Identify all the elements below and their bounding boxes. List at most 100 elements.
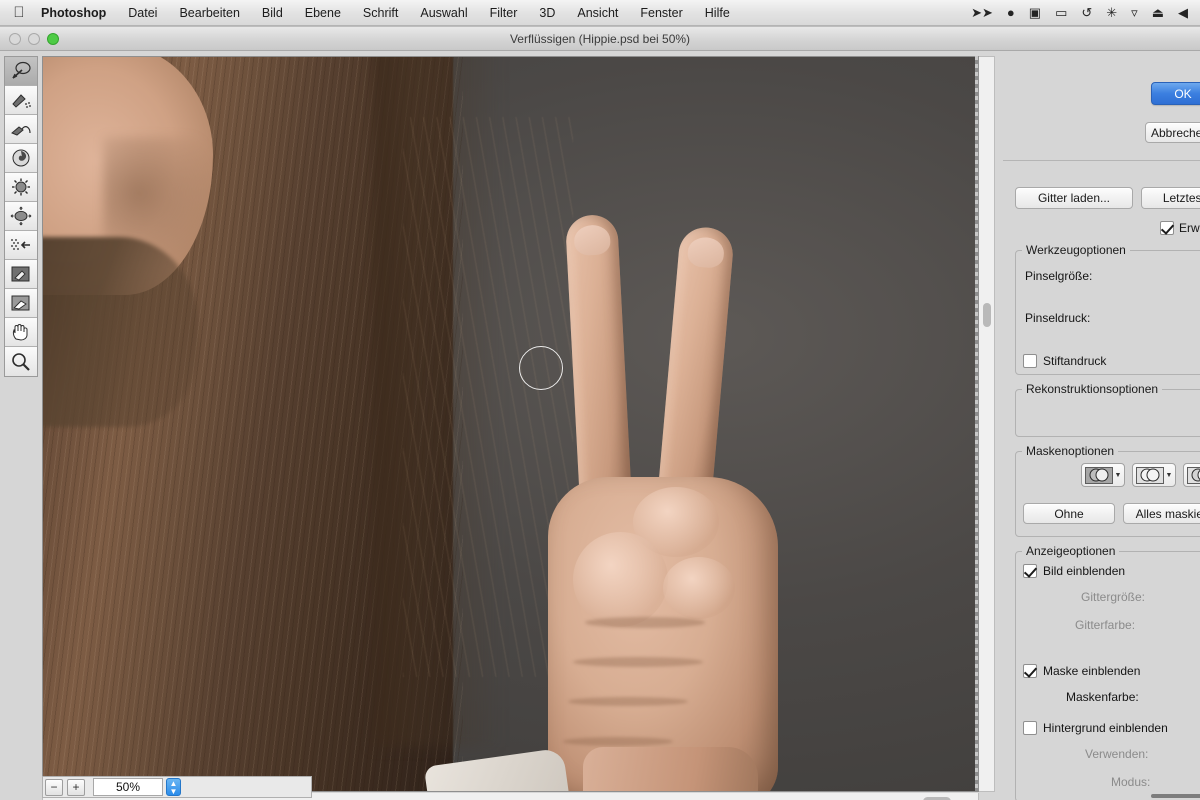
apple-logo-icon[interactable]:  xyxy=(8,5,30,20)
photo-fingernail xyxy=(573,224,611,257)
menu-item-schrift[interactable]: Schrift xyxy=(352,3,409,23)
menu-item-auswahl[interactable]: Auswahl xyxy=(409,3,478,23)
menu-item-bearbeiten[interactable]: Bearbeiten xyxy=(168,3,250,23)
menu-item-fenster[interactable]: Fenster xyxy=(629,3,693,23)
show-mask-checkbox[interactable] xyxy=(1023,664,1037,678)
menu-item-3d[interactable]: 3D xyxy=(528,3,566,23)
liquify-toolbar xyxy=(4,56,38,377)
backdrop-opacity-slider[interactable] xyxy=(1151,794,1200,798)
advanced-mode-label: Erweiterten Modus einblenden xyxy=(1179,221,1200,235)
show-backdrop-label: Hintergrund einblenden xyxy=(1043,721,1168,735)
reconstruct-options-legend: Rekonstruktionsoptionen xyxy=(1026,382,1159,396)
show-mask-label: Maske einblenden xyxy=(1043,664,1141,678)
show-backdrop-checkbox[interactable] xyxy=(1023,721,1037,735)
stylus-pressure-label: Stiftandruck xyxy=(1043,354,1107,368)
zoom-tool[interactable] xyxy=(5,347,37,376)
load-mesh-button[interactable]: Gitter laden... xyxy=(1015,187,1133,209)
freeze-mask-tool[interactable] xyxy=(5,260,37,289)
view-options-legend: Anzeigeoptionen xyxy=(1026,544,1116,558)
menubar-status-icons: ➤➤ ● ▣ ▭ ↺ ✳ ▿ ⏏ ◀ xyxy=(971,6,1192,19)
show-image-row[interactable]: Bild einblenden xyxy=(1023,564,1125,578)
mask-all-button[interactable]: Alles maskieren xyxy=(1123,503,1200,524)
preview-photo xyxy=(43,57,978,791)
mask-none-button[interactable]: Ohne xyxy=(1023,503,1115,524)
menu-item-ansicht[interactable]: Ansicht xyxy=(566,3,629,23)
menu-item-hilfe[interactable]: Hilfe xyxy=(694,3,741,23)
vertical-scroll-thumb[interactable] xyxy=(983,303,991,327)
bell-icon[interactable]: ● xyxy=(1007,6,1015,19)
time-machine-icon[interactable]: ↺ xyxy=(1081,6,1092,19)
pucker-tool[interactable] xyxy=(5,173,37,202)
mask-mode-subtract-button[interactable]: ▼ xyxy=(1183,463,1200,487)
zoom-out-button[interactable]: − xyxy=(45,778,63,796)
photoshop-liquify-screen:  Photoshop Datei Bearbeiten Bild Ebene … xyxy=(0,0,1200,800)
photo-knuckle xyxy=(573,532,668,627)
venn-circles-icon xyxy=(1084,466,1113,484)
zoom-stepper[interactable]: ▲ ▼ xyxy=(166,778,181,796)
mesh-buttons-row: Gitter laden... Letztes Gitter xyxy=(1015,187,1200,209)
forward-warp-tool[interactable] xyxy=(5,57,37,86)
stylus-pressure-row[interactable]: Stiftandruck xyxy=(1023,354,1106,368)
photo-fingernail xyxy=(686,235,726,269)
advanced-mode-checkbox[interactable] xyxy=(1160,221,1174,235)
bluetooth-icon[interactable]: ✳ xyxy=(1106,6,1117,19)
twirl-clockwise-tool[interactable] xyxy=(5,144,37,173)
mesh-size-row: Gittergröße: xyxy=(1081,590,1145,604)
mesh-size-label: Gittergröße: xyxy=(1081,590,1146,604)
venn-circles-icon xyxy=(1135,466,1164,484)
ok-button-row: OK xyxy=(1151,82,1200,105)
backdrop-mode-row: Modus: xyxy=(1111,775,1150,789)
photo-wrist xyxy=(583,747,758,791)
menu-item-photoshop[interactable]: Photoshop xyxy=(30,3,117,23)
tool-options-legend: Werkzeugoptionen xyxy=(1026,243,1126,257)
volume-icon[interactable]: ◀ xyxy=(1178,6,1188,19)
panel-divider xyxy=(1003,160,1200,161)
backdrop-mode-label: Modus: xyxy=(1111,775,1151,789)
push-left-tool[interactable] xyxy=(5,231,37,260)
dialog-title: Verflüssigen (Hippie.psd bei 50%) xyxy=(509,31,691,46)
show-image-checkbox[interactable] xyxy=(1023,564,1037,578)
zoom-in-button[interactable]: + xyxy=(67,778,85,796)
menu-item-filter[interactable]: Filter xyxy=(479,3,529,23)
venn-circles-icon xyxy=(1186,466,1200,484)
mac-menu-bar:  Photoshop Datei Bearbeiten Bild Ebene … xyxy=(0,0,1200,26)
canvas-vertical-scrollbar[interactable] xyxy=(979,56,995,792)
menu-item-bild[interactable]: Bild xyxy=(251,3,294,23)
brush-pressure-row: Pinseldruck: xyxy=(1025,311,1090,325)
show-backdrop-row[interactable]: Hintergrund einblenden xyxy=(1023,721,1168,735)
reconstruct-tool[interactable] xyxy=(5,86,37,115)
mask-action-buttons: Ohne Alles maskieren xyxy=(1023,503,1200,524)
chevron-down-icon[interactable]: ▼ xyxy=(1115,472,1122,479)
photo-crease xyxy=(573,657,703,667)
display-icon[interactable]: ▣ xyxy=(1029,6,1041,19)
thaw-mask-tool[interactable] xyxy=(5,289,37,318)
cancel-button[interactable]: Abbrechen xyxy=(1145,122,1200,143)
eject-icon[interactable]: ⏏ xyxy=(1152,6,1164,19)
hand-tool[interactable] xyxy=(5,318,37,347)
mask-color-label: Maskenfarbe: xyxy=(1066,690,1139,704)
menu-item-datei[interactable]: Datei xyxy=(117,3,168,23)
photo-crease xyxy=(568,697,688,706)
liquify-preview-canvas[interactable] xyxy=(42,56,979,792)
smooth-tool[interactable] xyxy=(5,115,37,144)
dialog-titlebar: Verflüssigen (Hippie.psd bei 50%) xyxy=(0,27,1200,51)
stylus-pressure-checkbox[interactable] xyxy=(1023,354,1037,368)
menu-item-ebene[interactable]: Ebene xyxy=(294,3,352,23)
mask-mode-replace-button[interactable]: ▼ xyxy=(1081,463,1125,487)
chevron-down-icon[interactable]: ▼ xyxy=(1166,472,1173,479)
dropbox-icon[interactable]: ➤➤ xyxy=(971,6,993,19)
bloat-tool[interactable] xyxy=(5,202,37,231)
ok-button[interactable]: OK xyxy=(1151,82,1200,105)
backdrop-use-row: Verwenden: xyxy=(1085,747,1148,761)
show-mask-row[interactable]: Maske einblenden xyxy=(1023,664,1140,678)
show-image-label: Bild einblenden xyxy=(1043,564,1126,578)
wifi-icon[interactable]: ▿ xyxy=(1131,6,1138,19)
mask-mode-add-button[interactable]: ▼ xyxy=(1132,463,1176,487)
airplay-icon[interactable]: ▭ xyxy=(1055,6,1067,19)
photo-hand-peace-sign xyxy=(513,187,833,791)
advanced-mode-row[interactable]: Erweiterten Modus einblenden xyxy=(1160,221,1200,235)
zoom-level-field[interactable]: 50% xyxy=(93,778,163,796)
last-mesh-button[interactable]: Letztes Gitter xyxy=(1141,187,1200,209)
canvas-dashed-edge xyxy=(975,56,978,792)
backdrop-use-label: Verwenden: xyxy=(1085,747,1149,761)
